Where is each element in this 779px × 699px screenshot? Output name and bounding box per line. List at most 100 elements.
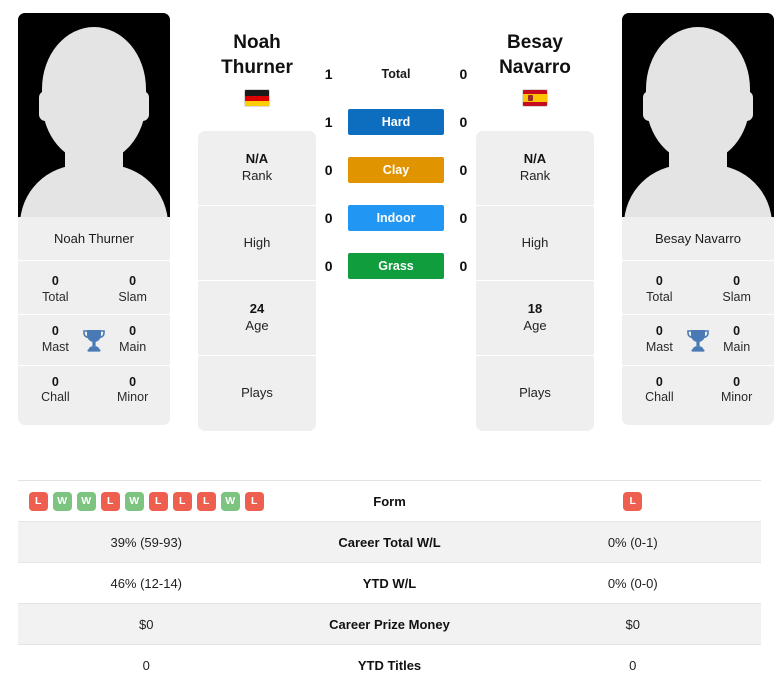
form-badge-list-right: L bbox=[623, 491, 643, 511]
stat-label-prize: Career Prize Money bbox=[329, 616, 450, 632]
stat-label-form: Form bbox=[373, 493, 406, 509]
titles-chall-left: 0 Chall bbox=[41, 374, 70, 405]
table-row: 39% (59-93) Career Total W/L 0% (0-1) bbox=[18, 522, 761, 563]
h2h-right-score-grass: 0 bbox=[459, 258, 468, 274]
info-age-right: 18 Age bbox=[476, 281, 594, 357]
info-plays-right: Plays bbox=[519, 385, 551, 401]
head-to-head-column: 1 Total 0 1 Hard 0 0 Clay 0 0 Indoor 0 0 bbox=[316, 13, 476, 301]
h2h-left-score-grass: 0 bbox=[324, 258, 333, 274]
h2h-badge-indoor[interactable]: Indoor bbox=[348, 205, 444, 231]
form-badges-left: LWWLWLLLWL bbox=[18, 491, 275, 511]
h2h-left-score-indoor: 0 bbox=[324, 210, 333, 226]
player-name-right: Besay Navarro bbox=[622, 217, 774, 261]
de-flag-icon bbox=[244, 89, 270, 108]
stat-value-left-career-wl: 39% (59-93) bbox=[110, 534, 183, 550]
stat-value-left-ytd-titles: 0 bbox=[142, 658, 150, 673]
titles-row-chall-minor-left: 0 Chall 0 Minor bbox=[18, 366, 170, 415]
table-row: $0 Career Prize Money $0 bbox=[18, 604, 761, 645]
h2h-row-hard: 1 Hard 0 bbox=[316, 109, 476, 135]
form-badge-l[interactable]: L bbox=[28, 491, 48, 511]
form-badge-l[interactable]: L bbox=[244, 491, 264, 511]
avatar-ear-left-icon bbox=[643, 91, 656, 121]
form-badge-l[interactable]: L bbox=[196, 491, 216, 511]
comparison-stats-table: LWWLWLLLWL Form L 39% (59-93) Career Tot… bbox=[18, 480, 761, 686]
stat-label-ytd-titles: YTD Titles bbox=[357, 658, 422, 673]
titles-grid-right: 0 Total 0 Slam 0 Mast 0 Main 0 Chall 0 M… bbox=[622, 261, 774, 425]
player-info-card-left: N/A Rank High 24 Age Plays bbox=[198, 131, 316, 432]
h2h-row-grass: 0 Grass 0 bbox=[316, 253, 476, 279]
table-row: 0 YTD Titles 0 bbox=[18, 645, 761, 686]
h2h-row-clay: 0 Clay 0 bbox=[316, 157, 476, 183]
form-badge-l[interactable]: L bbox=[172, 491, 192, 511]
avatar-body-icon bbox=[624, 165, 772, 217]
table-row: LWWLWLLLWL Form L bbox=[18, 481, 761, 522]
info-high-right: High bbox=[476, 206, 594, 282]
stat-label-career-wl: Career Total W/L bbox=[338, 534, 441, 550]
player-title-right: Besay Navarro bbox=[476, 31, 594, 108]
h2h-right-score-indoor: 0 bbox=[459, 210, 468, 226]
titles-chall-right: 0 Chall bbox=[645, 374, 674, 405]
stat-value-right-ytd-titles: 0 bbox=[629, 658, 637, 673]
titles-row-mast-main-right: 0 Mast 0 Main bbox=[622, 315, 774, 366]
form-badge-w[interactable]: W bbox=[52, 491, 72, 511]
form-badge-w[interactable]: W bbox=[220, 491, 240, 511]
stat-value-right-prize: $0 bbox=[625, 616, 640, 632]
h2h-row-total: 1 Total 0 bbox=[316, 61, 476, 87]
form-badge-w[interactable]: W bbox=[76, 491, 96, 511]
form-badge-l[interactable]: L bbox=[100, 491, 120, 511]
h2h-badge-grass[interactable]: Grass bbox=[348, 253, 444, 279]
form-badge-l[interactable]: L bbox=[623, 491, 643, 511]
info-rank-left: N/A Rank bbox=[198, 131, 316, 207]
stat-value-left-ytd-wl: 46% (12-14) bbox=[110, 575, 183, 591]
titles-total-right: 0 Total bbox=[646, 274, 673, 304]
h2h-left-score-total: 1 bbox=[324, 66, 333, 82]
player-title-left: Noah Thurner bbox=[198, 31, 316, 108]
titles-grid-left: 0 Total 0 Slam 0 Mast 0 Main 0 Chall 0 M… bbox=[18, 261, 170, 425]
titles-row-total-slam-left: 0 Total 0 Slam bbox=[18, 265, 170, 316]
titles-minor-right: 0 Minor bbox=[720, 374, 753, 405]
info-high-left: High bbox=[198, 206, 316, 282]
players-comparison-header: Noah Thurner 0 Total 0 Slam 0 Mast 0 Mai… bbox=[0, 0, 779, 432]
player-card-left[interactable]: Noah Thurner 0 Total 0 Slam 0 Mast 0 Mai… bbox=[18, 13, 170, 425]
es-coat-of-arms-icon bbox=[528, 95, 533, 102]
player-flag-left bbox=[198, 89, 316, 108]
titles-minor-left: 0 Minor bbox=[116, 374, 149, 405]
player-name-left: Noah Thurner bbox=[18, 217, 170, 261]
form-badge-w[interactable]: W bbox=[124, 491, 144, 511]
h2h-left-score-hard: 1 bbox=[324, 114, 333, 130]
h2h-row-indoor: 0 Indoor 0 bbox=[316, 205, 476, 231]
avatar-ear-right-icon bbox=[740, 91, 753, 121]
titles-row-mast-main-left: 0 Mast 0 Main bbox=[18, 315, 170, 366]
stat-value-left-prize: $0 bbox=[139, 616, 154, 632]
stat-label-ytd-wl: YTD W/L bbox=[362, 575, 417, 591]
titles-main-left: 0 Main bbox=[119, 324, 147, 354]
titles-slam-left: 0 Slam bbox=[118, 274, 147, 304]
avatar-body-icon bbox=[20, 165, 168, 217]
table-row: 46% (12-14) YTD W/L 0% (0-0) bbox=[18, 563, 761, 604]
titles-total-left: 0 Total bbox=[42, 274, 69, 304]
stat-value-right-career-wl: 0% (0-1) bbox=[607, 534, 658, 550]
titles-mast-left: 0 Mast bbox=[41, 324, 69, 354]
titles-mast-right: 0 Mast bbox=[645, 324, 673, 354]
h2h-right-score-clay: 0 bbox=[459, 162, 468, 178]
h2h-comparison-page: Noah Thurner 0 Total 0 Slam 0 Mast 0 Mai… bbox=[0, 0, 779, 699]
info-plays-left: Plays bbox=[241, 385, 273, 401]
form-badge-list-left: LWWLWLLLWL bbox=[28, 491, 264, 511]
h2h-left-score-clay: 0 bbox=[324, 162, 333, 178]
h2h-badge-clay[interactable]: Clay bbox=[348, 157, 444, 183]
form-badge-l[interactable]: L bbox=[148, 491, 168, 511]
player-info-card-right: N/A Rank High 18 Age Plays bbox=[476, 131, 594, 432]
trophy-icon bbox=[79, 328, 110, 352]
right-info-stack: Besay Navarro N/A Rank High 18 Age Plays bbox=[476, 13, 594, 432]
trophy-icon bbox=[683, 328, 714, 352]
info-rank-right: N/A Rank bbox=[476, 131, 594, 207]
info-age-left: 24 Age bbox=[198, 281, 316, 357]
h2h-right-score-total: 0 bbox=[459, 66, 468, 82]
h2h-badge-hard[interactable]: Hard bbox=[348, 109, 444, 135]
player-card-right[interactable]: Besay Navarro 0 Total 0 Slam 0 Mast 0 Ma… bbox=[622, 13, 774, 425]
player-photo-right bbox=[622, 13, 774, 217]
left-info-stack: Noah Thurner N/A Rank High 24 Age Plays bbox=[198, 13, 316, 432]
es-flag-icon bbox=[522, 89, 548, 108]
h2h-label-total: Total bbox=[381, 67, 411, 81]
stat-value-right-ytd-wl: 0% (0-0) bbox=[607, 575, 658, 591]
